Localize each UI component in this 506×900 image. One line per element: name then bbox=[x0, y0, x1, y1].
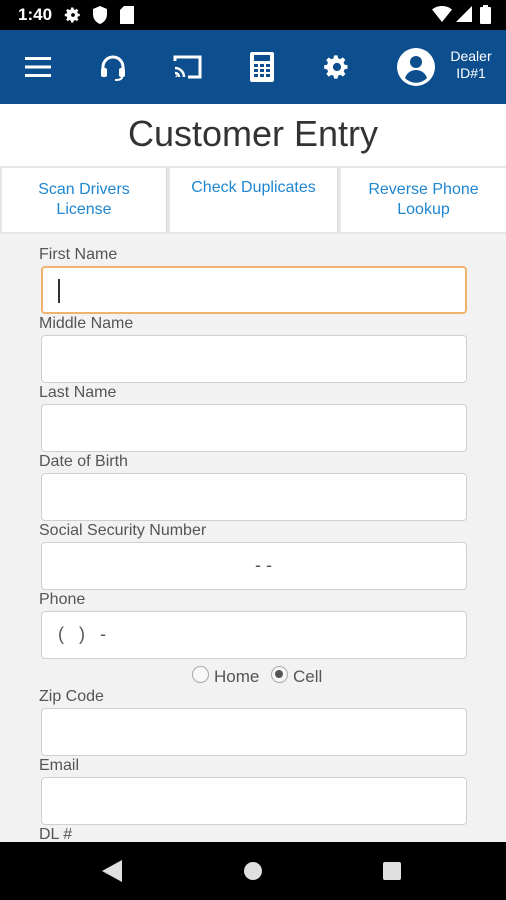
app-bar: Dealer ID#1 bbox=[0, 30, 506, 104]
signal-icon bbox=[456, 6, 472, 27]
check-duplicates-button[interactable]: Check Duplicates bbox=[170, 168, 338, 232]
battery-icon bbox=[480, 5, 491, 29]
menu-icon[interactable] bbox=[18, 30, 58, 104]
status-bar: 1:40 bbox=[0, 0, 506, 30]
home-icon[interactable] bbox=[223, 842, 283, 900]
last-name-field[interactable] bbox=[41, 404, 467, 452]
recents-icon[interactable] bbox=[362, 842, 422, 900]
phone-label: Phone bbox=[39, 591, 86, 608]
home-radio[interactable] bbox=[192, 666, 209, 683]
ssn-field[interactable]: - - bbox=[41, 542, 467, 590]
phone-type-group: Home Cell bbox=[0, 664, 506, 688]
reverse-phone-lookup-button[interactable]: Reverse Phone Lookup bbox=[341, 168, 506, 232]
ssn-label: Social Security Number bbox=[39, 522, 207, 539]
cast-icon[interactable] bbox=[166, 30, 208, 104]
dealer-label: Dealer bbox=[450, 48, 492, 64]
scan-drivers-license-button[interactable]: Scan Drivers License bbox=[2, 168, 167, 232]
ssn-mask: - - bbox=[255, 555, 272, 575]
dealer-id[interactable]: Dealer ID#1 bbox=[446, 48, 496, 82]
system-nav-bar bbox=[0, 842, 506, 900]
middle-name-field[interactable] bbox=[41, 335, 467, 383]
zip-code-label: Zip Code bbox=[39, 688, 104, 705]
wifi-icon bbox=[432, 6, 452, 27]
calculator-icon[interactable] bbox=[242, 30, 282, 104]
phone-mask: ( ) - bbox=[58, 624, 106, 644]
cell-radio[interactable] bbox=[271, 666, 288, 683]
home-radio-label[interactable]: Home bbox=[214, 667, 259, 687]
last-name-label: Last Name bbox=[39, 384, 117, 401]
text-caret bbox=[58, 279, 60, 303]
first-name-label: First Name bbox=[39, 246, 118, 263]
status-time: 1:40 bbox=[18, 5, 53, 24]
dob-field[interactable] bbox=[41, 473, 467, 521]
zip-code-field[interactable] bbox=[41, 708, 467, 756]
customer-form: First Name Middle Name Last Name Date of… bbox=[0, 234, 506, 843]
back-icon[interactable] bbox=[82, 842, 142, 900]
headset-icon[interactable] bbox=[92, 30, 134, 104]
cell-radio-label[interactable]: Cell bbox=[293, 667, 322, 687]
account-icon[interactable] bbox=[396, 30, 436, 104]
page-title: Customer Entry bbox=[127, 113, 379, 154]
phone-field[interactable]: ( ) - bbox=[41, 611, 467, 659]
settings-icon[interactable] bbox=[316, 30, 358, 104]
dealer-number: ID#1 bbox=[456, 65, 486, 81]
sim-card-icon bbox=[120, 6, 134, 29]
middle-name-label: Middle Name bbox=[39, 315, 134, 332]
gear-icon bbox=[64, 6, 82, 29]
email-field[interactable] bbox=[41, 777, 467, 825]
shield-icon bbox=[92, 6, 108, 29]
dob-label: Date of Birth bbox=[39, 453, 128, 470]
email-label: Email bbox=[39, 757, 80, 774]
action-bar: Scan Drivers License Check Duplicates Re… bbox=[0, 166, 506, 234]
title-bar: Customer Entry bbox=[0, 104, 506, 166]
first-name-field[interactable] bbox=[41, 266, 467, 314]
